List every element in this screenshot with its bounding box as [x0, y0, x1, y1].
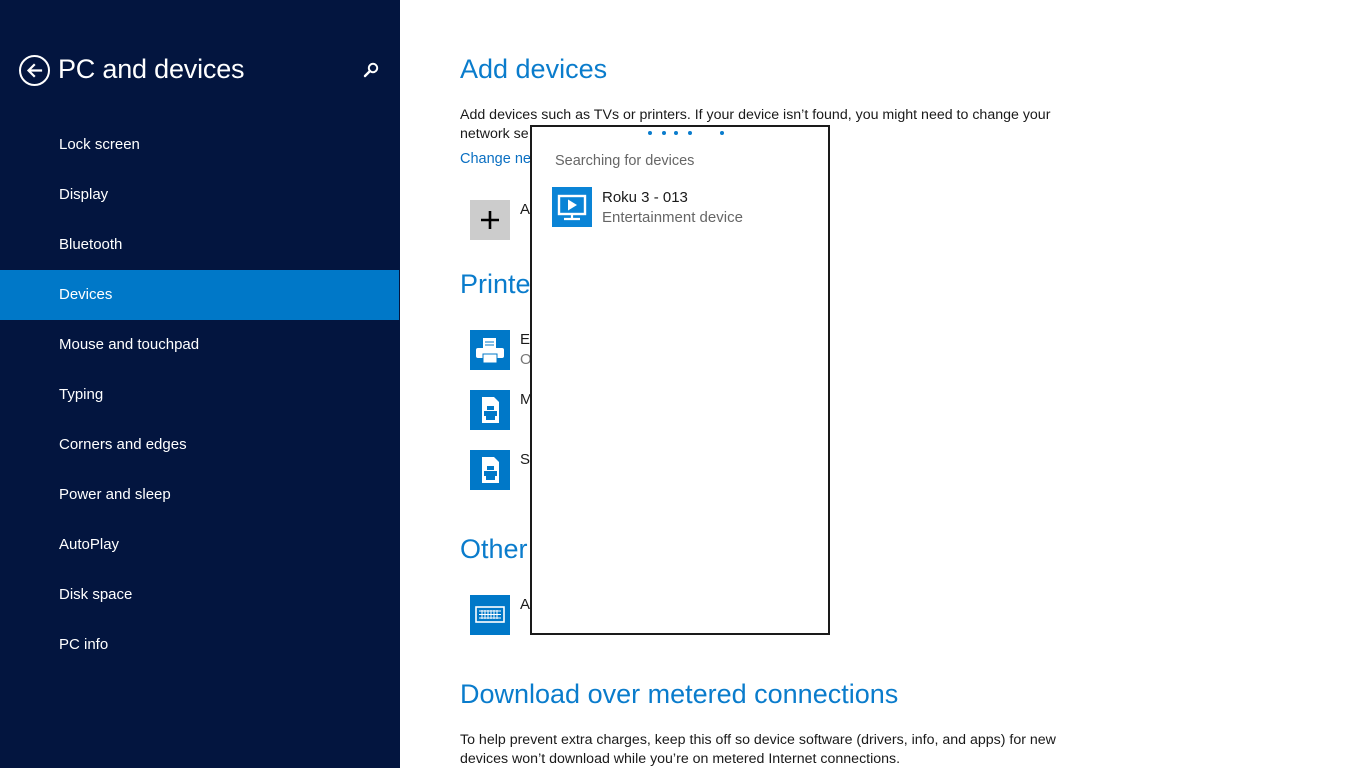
- device-tile: [552, 187, 592, 227]
- sidebar-item-display[interactable]: Display: [0, 170, 400, 220]
- sidebar-item-devices[interactable]: Devices: [0, 270, 399, 320]
- metered-description-line2: devices won’t download while you’re on m…: [460, 751, 901, 767]
- sidebar-item-pc-info[interactable]: PC info: [0, 620, 400, 670]
- add-devices-description-line1: Add devices such as TVs or printers. If …: [460, 107, 1051, 123]
- add-device-button[interactable]: [470, 200, 510, 240]
- back-arrow-icon: [26, 63, 43, 78]
- metered-description-line1: To help prevent extra charges, keep this…: [460, 732, 1056, 748]
- keyboard-icon: [475, 606, 505, 623]
- sidebar-item-corners-and-edges[interactable]: Corners and edges: [0, 420, 400, 470]
- printer-label-3[interactable]: S: [520, 451, 530, 468]
- search-button[interactable]: [361, 60, 381, 80]
- media-display-icon: [557, 194, 587, 221]
- search-status: Searching for devices: [555, 153, 695, 169]
- add-device-label[interactable]: A: [520, 201, 530, 218]
- sidebar-item-disk-space[interactable]: Disk space: [0, 570, 400, 620]
- sidebar-item-autoplay[interactable]: AutoPlay: [0, 520, 400, 570]
- printer-tile-1[interactable]: [470, 330, 510, 370]
- sidebar-item-lock-screen[interactable]: Lock screen: [0, 120, 400, 170]
- sidebar: PC and devices Lock screen Display Bluet…: [0, 0, 400, 768]
- change-network-settings-link[interactable]: Change ne: [460, 151, 531, 167]
- sidebar-item-bluetooth[interactable]: Bluetooth: [0, 220, 400, 270]
- sidebar-item-power-and-sleep[interactable]: Power and sleep: [0, 470, 400, 520]
- sidebar-item-mouse-and-touchpad[interactable]: Mouse and touchpad: [0, 320, 400, 370]
- progress-dot: [648, 131, 652, 135]
- device-name: Roku 3 - 013: [602, 189, 688, 206]
- sidebar-nav: Lock screen Display Bluetooth Devices Mo…: [0, 120, 400, 670]
- progress-dot: [674, 131, 678, 135]
- page-title: PC and devices: [58, 54, 245, 84]
- progress-dot: [662, 131, 666, 135]
- progress-dot: [720, 131, 724, 135]
- document-printer-icon: [482, 457, 499, 483]
- printer-tile-2[interactable]: [470, 390, 510, 430]
- progress-dots: [532, 129, 828, 137]
- device-search-flyout: Searching for devices Roku 3 - 013 Enter…: [530, 125, 830, 635]
- plus-icon: [481, 211, 499, 229]
- search-icon: [363, 62, 379, 78]
- other-device-label-1[interactable]: A: [520, 596, 530, 613]
- printer-tile-3[interactable]: [470, 450, 510, 490]
- sidebar-header: PC and devices: [0, 48, 400, 92]
- printer-label-1[interactable]: E: [520, 331, 530, 348]
- metered-heading: Download over metered connections: [460, 679, 899, 709]
- progress-dot: [688, 131, 692, 135]
- other-device-tile-1[interactable]: [470, 595, 510, 635]
- back-button[interactable]: [19, 55, 50, 86]
- device-type: Entertainment device: [602, 209, 743, 226]
- sidebar-item-typing[interactable]: Typing: [0, 370, 400, 420]
- document-printer-icon: [482, 397, 499, 423]
- device-list-item[interactable]: Roku 3 - 013 Entertainment device: [550, 185, 820, 229]
- other-heading: Other: [460, 534, 528, 564]
- printer-icon: [476, 338, 504, 364]
- add-devices-heading: Add devices: [460, 54, 608, 84]
- printers-heading: Printer: [460, 269, 540, 299]
